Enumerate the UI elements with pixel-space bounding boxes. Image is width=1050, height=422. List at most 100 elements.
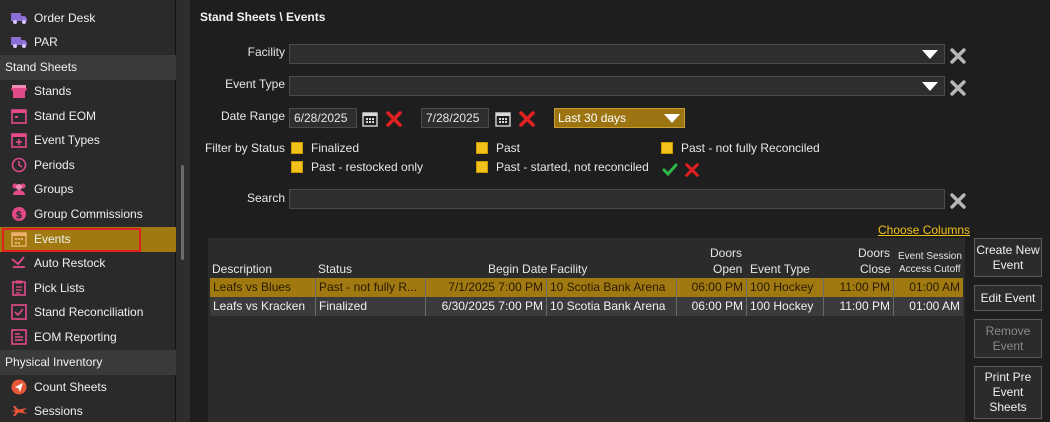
facility-dropdown[interactable] (289, 44, 945, 64)
table-row[interactable]: Leafs vs Kracken Finalized 6/30/2025 7:0… (210, 297, 963, 316)
cell-cutoff: 01:00 AM (909, 280, 960, 294)
clear-event-type-icon[interactable] (949, 79, 967, 97)
sidebar-item-periods[interactable]: Periods (0, 153, 176, 178)
date-range-label: Date Range (220, 109, 285, 123)
sidebar-item-order-desk[interactable]: Order Desk (0, 6, 176, 31)
create-event-button[interactable]: Create New Event (974, 238, 1042, 277)
sidebar-item-eom-reporting[interactable]: EOM Reporting (0, 325, 176, 350)
restock-icon (10, 254, 28, 272)
chevron-down-icon (922, 82, 938, 91)
status-past-restocked-label: Past - restocked only (311, 160, 424, 174)
main-panel: Stand Sheets \ Events Facility Event Typ… (190, 0, 1050, 422)
clear-search-icon[interactable] (949, 192, 967, 210)
col-header-facility[interactable]: Facility (550, 262, 587, 276)
col-header-status[interactable]: Status (318, 262, 352, 276)
sidebar-section-physical-inventory: Physical Inventory (0, 350, 176, 375)
status-past-restocked-checkbox[interactable] (291, 161, 303, 173)
sidebar-item-label: Periods (34, 158, 75, 173)
col-header-cutoff[interactable]: Access Cutoff (899, 264, 961, 276)
cell-status: Past - not fully R... (316, 278, 426, 297)
sidebar-item-label: PAR (34, 35, 58, 50)
date-to-input[interactable]: 7/28/2025 (421, 108, 489, 128)
status-past-not-reconciled-label: Past - not fully Reconciled (681, 141, 820, 155)
clipboard-icon (10, 279, 28, 297)
sidebar-item-groups[interactable]: Groups (0, 177, 176, 202)
sidebar-scrollbar[interactable] (181, 165, 184, 260)
sidebar-item-label: Auto Restock (34, 256, 106, 271)
sidebar-item-auto-restock[interactable]: Auto Restock (0, 251, 176, 276)
date-from-input[interactable]: 6/28/2025 (289, 108, 357, 128)
col-header-description[interactable]: Description (212, 262, 272, 276)
print-pre-event-sheets-button[interactable]: Print Pre Event Sheets (974, 366, 1042, 419)
sidebar-item-stands[interactable]: Stands (0, 79, 176, 104)
sidebar-item-count-sheets[interactable]: Count Sheets (0, 375, 176, 400)
status-past-label: Past (496, 141, 521, 155)
sidebar-item-pick-lists[interactable]: Pick Lists (0, 276, 176, 301)
event-type-label: Event Type (225, 77, 285, 91)
sidebar-item-label: Pick Lists (34, 281, 85, 296)
truck-icon (10, 9, 28, 27)
col-header-begin-date[interactable]: Begin Date (488, 262, 547, 276)
date-from-value: 6/28/2025 (294, 111, 348, 125)
choose-columns-link[interactable]: Choose Columns (878, 223, 970, 237)
sidebar-item-label: EOM Reporting (34, 330, 117, 345)
calendar-icon (10, 107, 28, 125)
col-header-doors-close[interactable]: Close (860, 262, 891, 276)
calendar-icon[interactable] (494, 110, 512, 128)
truck-icon (10, 33, 28, 51)
search-input[interactable] (289, 189, 945, 209)
section-label: Stand Sheets (5, 60, 78, 75)
clear-date-from-icon[interactable] (385, 110, 403, 128)
sidebar-item-label: Sessions (34, 404, 83, 419)
page-title: Stand Sheets \ Events (200, 10, 326, 24)
dollar-icon: $ (10, 205, 28, 223)
col-header-cutoff-line1[interactable]: Event Session (898, 251, 962, 263)
cell-event-type: 100 Hockey (747, 278, 824, 297)
events-grid: Description Status Begin Date Facility D… (208, 238, 965, 422)
chevron-down-icon (664, 114, 680, 123)
calendar-icon[interactable] (361, 110, 379, 128)
uncheck-all-icon[interactable] (684, 162, 700, 178)
stand-icon (10, 82, 28, 100)
sidebar-item-label: Stand Reconciliation (34, 305, 144, 320)
col-header-event-type[interactable]: Event Type (750, 262, 810, 276)
report-icon (10, 328, 28, 346)
cell-doors-close: 11:00 PM (824, 297, 894, 316)
chevron-down-icon (922, 50, 938, 59)
sidebar-item-group-commissions[interactable]: $ Group Commissions (0, 202, 176, 227)
check-all-icon[interactable] (662, 163, 678, 177)
col-header-doors-open-line1[interactable]: Doors (710, 246, 742, 260)
date-preset-value: Last 30 days (558, 111, 627, 125)
status-past-checkbox[interactable] (476, 142, 488, 154)
sidebar-item-label: Count Sheets (34, 380, 107, 395)
sidebar-item-label: Event Types (34, 133, 100, 148)
table-row[interactable]: Leafs vs Blues Past - not fully R... 7/1… (210, 278, 963, 297)
status-past-started-checkbox[interactable] (476, 161, 488, 173)
status-past-started-label: Past - started, not reconciled (496, 160, 649, 174)
sidebar-item-label: Stands (34, 84, 72, 99)
status-finalized-checkbox[interactable] (291, 142, 303, 154)
sidebar-item-event-types[interactable]: Event Types (0, 128, 176, 153)
facility-label: Facility (247, 45, 285, 59)
status-finalized-label: Finalized (311, 141, 360, 155)
col-header-doors-close-line1[interactable]: Doors (858, 246, 890, 260)
clear-facility-icon[interactable] (949, 47, 967, 65)
col-header-doors-open[interactable]: Open (713, 262, 742, 276)
status-past-not-reconciled-checkbox[interactable] (661, 142, 673, 154)
clear-date-to-icon[interactable] (518, 110, 536, 128)
users-icon (10, 180, 28, 198)
section-label: Physical Inventory (5, 355, 103, 370)
sidebar-item-sessions[interactable]: Sessions (0, 399, 176, 422)
cell-description: Leafs vs Blues (210, 278, 316, 297)
event-type-dropdown[interactable] (289, 76, 945, 96)
date-to-value: 7/28/2025 (426, 111, 480, 125)
date-preset-dropdown[interactable]: Last 30 days (554, 108, 685, 128)
sidebar-item-stand-reconciliation[interactable]: Stand Reconciliation (0, 300, 176, 325)
edit-event-button[interactable]: Edit Event (974, 285, 1042, 311)
sidebar-item-events[interactable]: Events (0, 227, 176, 252)
remove-event-button[interactable]: Remove Event (974, 319, 1042, 358)
calendar-plus-icon (10, 131, 28, 149)
sidebar-item-par[interactable]: PAR (0, 30, 176, 55)
cell-cutoff: 01:00 AM (909, 299, 960, 313)
sidebar-item-stand-eom[interactable]: Stand EOM (0, 104, 176, 129)
